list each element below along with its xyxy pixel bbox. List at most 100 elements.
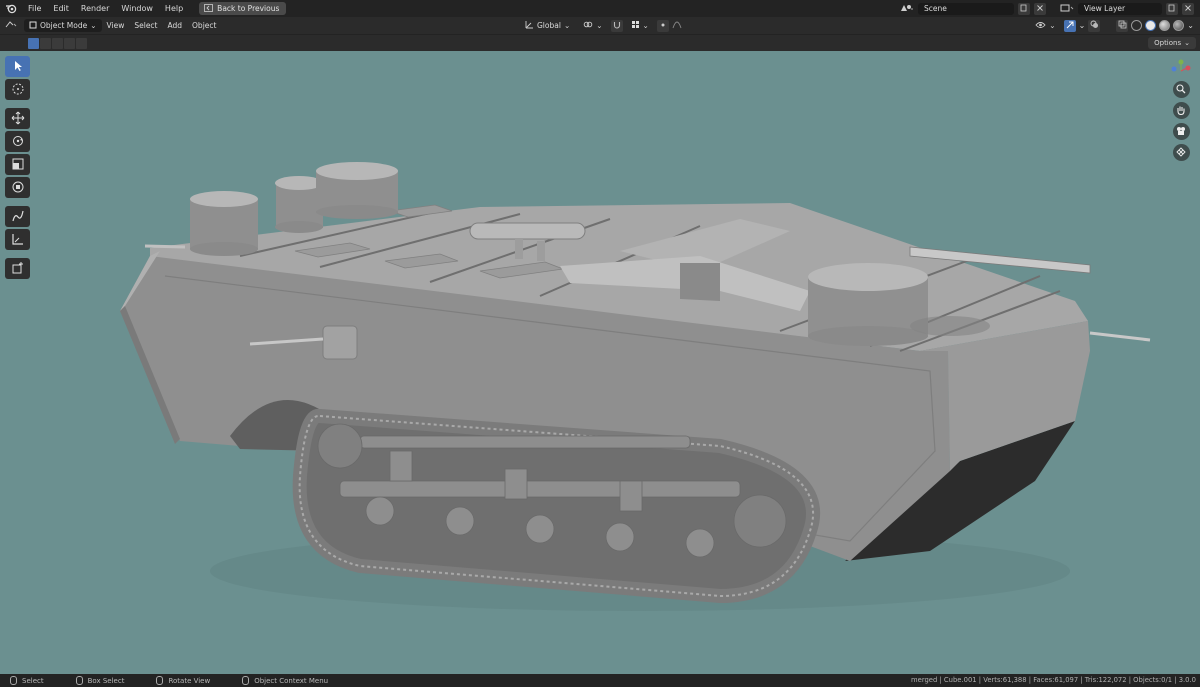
orientation-icon (525, 20, 534, 31)
wireframe-shading-icon[interactable] (1131, 20, 1143, 31)
snap-grid-icon (631, 20, 640, 31)
snap-target-dropdown[interactable]: ⌄ (626, 19, 654, 32)
scale-icon (11, 157, 25, 173)
add-cube-tool[interactable] (5, 258, 30, 279)
move-tool[interactable] (5, 108, 30, 129)
mouse-right-icon (242, 676, 250, 685)
cursor-3d-icon (11, 82, 25, 98)
object-mode-dropdown[interactable]: Object Mode ⌄ (24, 19, 102, 32)
falloff-icon[interactable] (672, 20, 682, 31)
eye-icon (1035, 21, 1046, 31)
select-mode-invert-icon[interactable] (64, 37, 75, 49)
box-select-hint: Box Select (75, 676, 125, 685)
chevron-down-icon[interactable]: ⌄ (1079, 21, 1086, 30)
visibility-dropdown[interactable]: ⌄ (1030, 19, 1060, 32)
menu-edit[interactable]: Edit (47, 0, 75, 17)
chevron-down-icon[interactable]: ⌄ (1187, 21, 1194, 30)
delete-scene-button[interactable] (1034, 2, 1046, 15)
menu-window[interactable]: Window (115, 0, 159, 17)
options-label: Options (1154, 39, 1182, 47)
transform-tool[interactable] (5, 177, 30, 198)
copy-icon (1020, 4, 1028, 14)
material-shading-icon[interactable] (1159, 20, 1171, 31)
select-mode-extend-icon[interactable] (40, 37, 51, 49)
menu-help[interactable]: Help (159, 0, 189, 17)
pan-button[interactable] (1172, 102, 1190, 119)
tool-settings-bar: Options ⌄ (0, 34, 1200, 51)
tool-shelf (5, 56, 30, 279)
delete-view-layer-button[interactable] (1182, 2, 1194, 15)
editor-type-button[interactable] (0, 19, 22, 32)
scene-field[interactable]: Scene (918, 2, 1014, 15)
select-mode-subtract-icon[interactable] (52, 37, 63, 49)
pan-hand-icon (1176, 105, 1186, 117)
context-menu-hint-label: Object Context Menu (254, 676, 329, 685)
navigation-gizmo (1170, 59, 1192, 161)
scene-icon[interactable] (900, 3, 914, 15)
snap-toggle[interactable] (610, 19, 623, 32)
rotate-icon (11, 134, 25, 150)
select-mode-intersect-icon[interactable] (76, 37, 87, 49)
axis-gizmo-icon[interactable] (1170, 59, 1192, 77)
gizmo-icon (1066, 21, 1074, 31)
grid-icon (1176, 146, 1186, 159)
view-layer-field[interactable]: View Layer (1078, 2, 1162, 15)
back-to-previous-label: Back to Previous (217, 4, 280, 13)
rotate-view-hint: Rotate View (156, 676, 210, 685)
scene-statistics: merged | Cube.001 | Verts:61,388 | Faces… (911, 676, 1196, 684)
xray-toggle[interactable] (1116, 19, 1129, 32)
menu-add[interactable]: Add (163, 19, 188, 32)
view-layer-icon[interactable] (1060, 3, 1074, 15)
mouse-middle-icon (156, 676, 164, 685)
tank-model (120, 162, 1151, 611)
object-mode-label: Object Mode (40, 21, 88, 30)
select-hint: Select (10, 676, 44, 685)
solid-shading-icon[interactable] (1145, 20, 1157, 31)
top-menu-bar: File Edit Render Window Help Back to Pre… (0, 0, 1200, 17)
chevron-down-icon: ⌄ (1049, 21, 1056, 30)
viewport-editor-icon (5, 20, 17, 31)
ortho-toggle-button[interactable] (1172, 144, 1190, 161)
annotate-tool[interactable] (5, 206, 30, 227)
mouse-drag-icon (75, 676, 83, 685)
overlays-icon (1090, 20, 1099, 31)
chevron-down-icon: ⌄ (563, 21, 571, 30)
viewport-header: Object Mode ⌄ View Select Add Object Glo… (0, 17, 1200, 34)
move-icon (11, 111, 25, 127)
box-select-hint-label: Box Select (87, 676, 125, 685)
annotate-icon (11, 209, 25, 225)
camera-view-button[interactable] (1172, 123, 1190, 140)
options-dropdown[interactable]: Options ⌄ (1148, 37, 1196, 49)
rotate-tool[interactable] (5, 131, 30, 152)
scale-tool[interactable] (5, 154, 30, 175)
cursor-3d-tool[interactable] (5, 79, 30, 100)
menu-select[interactable]: Select (129, 19, 162, 32)
pivot-point-dropdown[interactable]: ⌄ (578, 19, 607, 32)
pivot-icon (583, 20, 593, 31)
proportional-edit-toggle[interactable] (656, 19, 669, 32)
menu-file[interactable]: File (22, 0, 47, 17)
select-hint-label: Select (22, 676, 44, 685)
3d-viewport[interactable] (0, 51, 1200, 674)
new-view-layer-button[interactable] (1166, 2, 1178, 15)
close-icon (1036, 4, 1044, 14)
blender-logo-icon[interactable] (0, 0, 22, 17)
menu-object[interactable]: Object (187, 19, 221, 32)
back-to-previous-button[interactable]: Back to Previous (199, 2, 287, 15)
new-scene-button[interactable] (1018, 2, 1030, 15)
measure-tool[interactable] (5, 229, 30, 250)
rendered-shading-icon[interactable] (1173, 20, 1185, 31)
gizmo-toggle[interactable] (1063, 19, 1076, 32)
context-menu-hint: Object Context Menu (242, 676, 328, 685)
menu-view[interactable]: View (102, 19, 130, 32)
menu-render[interactable]: Render (75, 0, 115, 17)
transform-icon (11, 180, 25, 196)
rotate-view-hint-label: Rotate View (168, 676, 211, 685)
select-box-tool[interactable] (5, 56, 30, 77)
zoom-button[interactable] (1172, 81, 1190, 98)
transform-orientation-dropdown[interactable]: Global ⌄ (520, 19, 575, 32)
chevron-down-icon: ⌄ (90, 21, 97, 30)
close-icon (1184, 4, 1192, 14)
overlays-toggle[interactable] (1088, 19, 1101, 32)
select-mode-new-icon[interactable] (28, 37, 39, 49)
